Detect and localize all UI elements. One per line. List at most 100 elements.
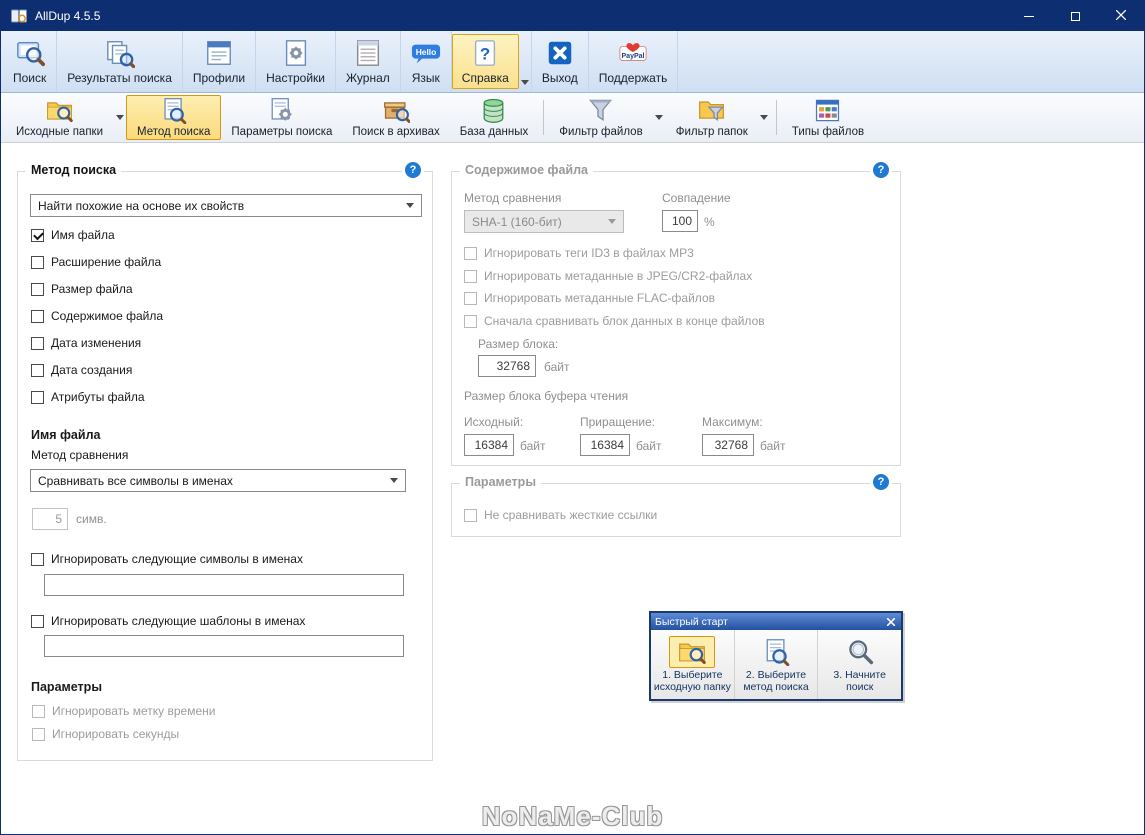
chevron-down-icon	[608, 219, 616, 224]
buffer-increment-input[interactable]: 16384	[580, 434, 630, 456]
file-types-icon	[814, 97, 841, 124]
checkbox-label: Игнорировать метаданные FLAC-файлов	[484, 291, 715, 305]
database-icon	[480, 97, 507, 124]
toolbar-exit-button[interactable]: Выход	[532, 31, 589, 92]
toolbar-search-button[interactable]: Поиск	[3, 31, 58, 92]
toolbar-settings-button[interactable]: Настройки	[256, 31, 336, 92]
match-percent-input[interactable]: 100	[662, 210, 698, 232]
checkbox-label: Содержимое файла	[51, 309, 164, 323]
help-icon: ?	[470, 38, 500, 68]
checkbox-ignore-timestamp[interactable]: Игнорировать метку времени	[32, 704, 215, 718]
toolbar-search-method-button[interactable]: Метод поиска	[126, 95, 222, 140]
folder-filter-dropdown-button[interactable]	[758, 93, 771, 142]
window-title: AllDup 4.5.5	[35, 9, 101, 23]
title-bar: AllDup 4.5.5	[1, 1, 1144, 31]
toolbar-folder-filter-button[interactable]: Фильтр папок	[666, 93, 758, 142]
checkbox-ignore-seconds[interactable]: Игнорировать секунды	[32, 727, 179, 741]
toolbar-archive-search-button[interactable]: Поиск в архивах	[342, 93, 449, 142]
minimize-button[interactable]	[1006, 1, 1052, 31]
quick-start-close-button[interactable]	[884, 615, 897, 628]
checkbox-label: Имя файла	[51, 228, 115, 242]
ignore-chars-input[interactable]	[44, 574, 404, 596]
search-method-select[interactable]: Найти похожие на основе их свойств	[30, 194, 422, 217]
folder-filter-icon	[698, 97, 725, 124]
journal-icon	[353, 38, 383, 68]
help-button[interactable]: ?	[870, 474, 892, 490]
toolbar-file-types-button[interactable]: Типы файлов	[782, 93, 874, 142]
checkbox-label: Дата создания	[51, 363, 133, 377]
buffer-initial-input[interactable]: 16384	[464, 434, 514, 456]
unit-label: %	[704, 215, 715, 229]
checkbox-ignore-flac-meta[interactable]: Игнорировать метаданные FLAC-файлов	[464, 291, 715, 305]
buffer-maximum-input[interactable]: 32768	[702, 434, 754, 456]
min-chars-input[interactable]: 5	[32, 508, 68, 530]
toolbar-button-label: Фильтр файлов	[559, 126, 643, 138]
checkbox-ignore-jpeg-meta[interactable]: Игнорировать метаданные в JPEG/CR2-файла…	[464, 269, 752, 283]
filename-compare-select[interactable]: Сравнивать все символы в именах	[30, 469, 406, 492]
select-value: Сравнивать все символы в именах	[38, 473, 233, 488]
checkbox-ignore-patterns[interactable]: Игнорировать следующие шаблоны в именах	[31, 614, 305, 628]
secondary-toolbar: Исходные папки Метод поиска Параметры по…	[1, 93, 1144, 143]
unit-label: байт	[520, 439, 546, 453]
checkbox-label: Игнорировать секунды	[52, 727, 180, 741]
quick-start-step-3[interactable]: 3. Начните поиск	[818, 630, 901, 699]
toolbar-language-button[interactable]: Hello Язык	[401, 31, 452, 92]
toolbar-profiles-button[interactable]: Профили	[183, 31, 257, 92]
checkbox-date-modified[interactable]: Дата изменения	[31, 336, 141, 350]
checkbox-ignore-id3[interactable]: Игнорировать теги ID3 в файлах MP3	[464, 246, 694, 260]
help-dropdown-button[interactable]	[519, 31, 532, 92]
checkbox-icon	[31, 255, 44, 269]
help-icon: ?	[873, 162, 889, 178]
toolbar-help-button[interactable]: ? Справка	[451, 34, 519, 89]
checkbox-label: Игнорировать следующие шаблоны в именах	[51, 614, 306, 628]
chevron-down-icon	[655, 115, 664, 120]
close-button[interactable]	[1098, 1, 1144, 31]
quick-start-step-1[interactable]: 1. Выберите исходную папку	[651, 630, 735, 699]
toolbar-search-results-button[interactable]: Результаты поиска	[57, 31, 183, 92]
quick-start-step-2[interactable]: 2. Выберите метод поиска	[735, 630, 819, 699]
checkbox-ignore-chars[interactable]: Игнорировать следующие символы в именах	[31, 552, 303, 566]
toolbar-donate-button[interactable]: PayPal Поддержать	[589, 31, 679, 92]
archive-search-icon	[383, 97, 410, 124]
source-folders-dropdown-button[interactable]	[113, 93, 126, 142]
ignore-patterns-input[interactable]	[44, 635, 404, 657]
maximize-button[interactable]	[1052, 1, 1098, 31]
paypal-icon: PayPal	[618, 38, 648, 68]
checkbox-label: Игнорировать теги ID3 в файлах MP3	[484, 246, 694, 260]
toolbar-search-options-button[interactable]: Параметры поиска	[221, 93, 342, 142]
checkbox-compare-end-block[interactable]: Сначала сравнивать блок данных в конце ф…	[464, 314, 765, 328]
toolbar-button-label: Поддержать	[598, 71, 668, 85]
file-filter-icon	[587, 97, 614, 124]
checkbox-icon	[31, 309, 44, 323]
help-button[interactable]: ?	[402, 162, 424, 178]
compare-method-label: Метод сравнения	[464, 191, 562, 205]
select-value: Найти похожие на основе их свойств	[38, 198, 245, 213]
toolbar-journal-button[interactable]: Журнал	[336, 31, 401, 92]
language-icon: Hello	[411, 38, 441, 68]
hash-method-select[interactable]: SHA-1 (160-бит)	[464, 210, 624, 233]
toolbar-button-label: Настройки	[266, 71, 325, 85]
select-value: SHA-1 (160-бит)	[472, 214, 562, 229]
chevron-down-icon	[760, 115, 769, 120]
checkbox-file-extension[interactable]: Расширение файла	[31, 255, 161, 269]
checkbox-file-size[interactable]: Размер файла	[31, 282, 133, 296]
help-button[interactable]: ?	[870, 162, 892, 178]
toolbar-button-label: Параметры поиска	[231, 126, 333, 138]
checkbox-file-attributes[interactable]: Атрибуты файла	[31, 390, 145, 404]
quick-start-titlebar[interactable]: Быстрый старт	[651, 613, 901, 630]
block-size-input[interactable]: 32768	[478, 355, 536, 377]
checkbox-file-name[interactable]: Имя файла	[31, 228, 115, 242]
magnifier-icon	[844, 638, 876, 666]
watermark: NoNaMe-Club	[481, 801, 664, 831]
toolbar-button-label: Исходные папки	[16, 126, 104, 138]
checkbox-date-created[interactable]: Дата создания	[31, 363, 132, 377]
toolbar-button-label: Результаты поиска	[67, 71, 172, 85]
checkbox-skip-hardlinks[interactable]: Не сравнивать жесткие ссылки	[464, 508, 657, 522]
toolbar-separator	[775, 100, 777, 135]
file-filter-dropdown-button[interactable]	[653, 93, 666, 142]
help-icon: ?	[873, 474, 889, 490]
toolbar-source-folders-button[interactable]: Исходные папки	[6, 93, 113, 142]
toolbar-database-button[interactable]: База данных	[450, 93, 539, 142]
checkbox-file-content[interactable]: Содержимое файла	[31, 309, 163, 323]
toolbar-file-filter-button[interactable]: Фильтр файлов	[549, 93, 652, 142]
